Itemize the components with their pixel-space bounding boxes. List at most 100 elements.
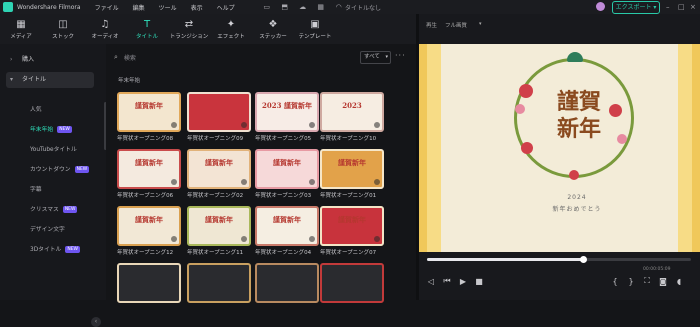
plum-blossom-icon bbox=[569, 170, 579, 180]
timeline-progress bbox=[427, 258, 583, 261]
monitor-icon[interactable]: ▭ bbox=[263, 3, 271, 11]
menu-edit[interactable]: 編集 bbox=[133, 3, 145, 12]
template-card[interactable] bbox=[187, 263, 251, 303]
audio-icon: ♫ bbox=[100, 18, 110, 30]
template-card[interactable] bbox=[117, 263, 181, 303]
template-card[interactable] bbox=[187, 92, 251, 132]
template-card-label: 年賀状オープニング02 bbox=[187, 193, 244, 199]
chevron-right-icon: › bbox=[10, 56, 13, 63]
template-card[interactable]: 謹賀新年 bbox=[187, 206, 251, 246]
mark-in-icon[interactable]: { bbox=[607, 277, 623, 286]
tab-templates[interactable]: ▣ テンプレート bbox=[294, 14, 336, 44]
download-icon[interactable] bbox=[171, 122, 177, 128]
volume-icon[interactable]: ◖ bbox=[671, 277, 687, 286]
quality-dropdown[interactable]: フル画質 bbox=[445, 21, 467, 29]
sidebar-subitem[interactable]: 3Dタイトル NEW bbox=[30, 244, 81, 253]
menu-file[interactable]: ファイル bbox=[95, 3, 119, 12]
template-card[interactable] bbox=[320, 263, 384, 303]
template-card[interactable]: 謹賀新年 bbox=[117, 149, 181, 189]
download-icon[interactable] bbox=[171, 179, 177, 185]
save-icon[interactable]: ⬒ bbox=[281, 3, 289, 11]
fullscreen-icon[interactable]: ⛶ bbox=[639, 276, 655, 286]
headset-icon[interactable]: ◠ bbox=[335, 3, 343, 11]
play-icon[interactable]: ▶ bbox=[455, 277, 471, 286]
year-text: 2024 bbox=[567, 194, 587, 201]
sidebar-subitem-label: クリスマス bbox=[30, 207, 59, 213]
left-border-stripe bbox=[419, 44, 427, 252]
card-preview-text: 謹賀新年 bbox=[135, 101, 163, 110]
download-icon[interactable] bbox=[241, 179, 247, 185]
preview-canvas[interactable]: 謹賀 新年 2024 新年おめでとう bbox=[419, 44, 700, 252]
sidebar-subitem[interactable]: 年末年始 NEW bbox=[30, 124, 72, 133]
template-card[interactable] bbox=[255, 263, 319, 303]
tab-effects[interactable]: ✦ エフェクト bbox=[210, 14, 252, 44]
cloud-icon[interactable]: ☁ bbox=[299, 3, 307, 11]
sidebar-subitem-label: 字幕 bbox=[30, 187, 42, 193]
template-card[interactable]: 謹賀新年 bbox=[320, 206, 384, 246]
template-card-label: 年賀状オープニング01 bbox=[320, 193, 377, 199]
tab-media[interactable]: ▦ メディア bbox=[0, 14, 42, 44]
menu-view[interactable]: 表示 bbox=[191, 3, 203, 12]
maximize-icon[interactable]: □ bbox=[678, 3, 685, 11]
tab-audio[interactable]: ♫ オーディオ bbox=[84, 14, 126, 44]
previous-frame-icon[interactable]: ◁ bbox=[423, 277, 439, 286]
menu-tools[interactable]: ツール bbox=[159, 3, 177, 12]
tab-titles[interactable]: T タイトル bbox=[126, 14, 168, 44]
tab-stickers[interactable]: ❖ ステッカー bbox=[252, 14, 294, 44]
minimize-icon[interactable]: – bbox=[666, 3, 670, 11]
template-card[interactable]: 2023 謹賀新年 bbox=[255, 92, 319, 132]
new-badge: NEW bbox=[57, 126, 72, 133]
download-icon[interactable] bbox=[309, 236, 315, 242]
download-icon[interactable] bbox=[241, 236, 247, 242]
template-card[interactable]: 2023 bbox=[320, 92, 384, 132]
template-card[interactable]: 謹賀新年 bbox=[187, 149, 251, 189]
tab-stock[interactable]: ◫ ストック bbox=[42, 14, 84, 44]
export-button[interactable]: エクスポート ▾ bbox=[612, 1, 660, 14]
close-icon[interactable]: × bbox=[690, 3, 696, 11]
template-card[interactable]: 謹賀新年 bbox=[117, 92, 181, 132]
sidebar-item-purchase[interactable]: › 購入 bbox=[0, 52, 106, 68]
download-icon[interactable] bbox=[374, 179, 380, 185]
template-card[interactable]: 謹賀新年 bbox=[320, 149, 384, 189]
filter-dropdown[interactable]: すべて ▾ bbox=[360, 51, 391, 64]
title-icons: ▭ ⬒ ☁ ▦ ◠ bbox=[263, 3, 343, 11]
grid-icon[interactable]: ▦ bbox=[317, 3, 325, 11]
section-title: 年末年始 bbox=[118, 78, 141, 84]
stop-icon[interactable]: ■ bbox=[471, 277, 487, 286]
sidebar-subitem[interactable]: 人気 bbox=[30, 104, 42, 113]
avatar[interactable] bbox=[596, 2, 605, 11]
search-input[interactable]: 検索 bbox=[124, 53, 136, 62]
sidebar-item-titles[interactable]: ▾ タイトル bbox=[6, 72, 94, 88]
sidebar-subitem[interactable]: YouTubeタイトル bbox=[30, 144, 77, 153]
template-card[interactable]: 謹賀新年 bbox=[117, 206, 181, 246]
collapse-sidebar-button[interactable]: ‹ bbox=[91, 317, 101, 327]
tab-label: ステッカー bbox=[259, 33, 287, 40]
card-preview-text: 2023 謹賀新年 bbox=[262, 101, 312, 110]
more-options-icon[interactable]: ··· bbox=[395, 51, 406, 60]
mark-out-icon[interactable]: } bbox=[623, 277, 639, 286]
download-icon[interactable] bbox=[374, 122, 380, 128]
template-card[interactable]: 謹賀新年 bbox=[255, 149, 319, 189]
playback-timeline[interactable] bbox=[427, 256, 691, 263]
sidebar-subitem[interactable]: デザイン文字 bbox=[30, 224, 65, 233]
tab-transitions[interactable]: ⇄ トランジション bbox=[168, 14, 210, 44]
template-card-label: 年賀状オープニング03 bbox=[255, 193, 312, 199]
template-card[interactable]: 謹賀新年 bbox=[255, 206, 319, 246]
chevron-down-icon[interactable]: ▾ bbox=[479, 21, 482, 27]
sidebar-subitem[interactable]: カウントダウン NEW bbox=[30, 164, 90, 173]
snapshot-icon[interactable]: ◙ bbox=[655, 277, 671, 286]
menu-help[interactable]: ヘルプ bbox=[217, 3, 235, 12]
playhead-handle[interactable] bbox=[579, 256, 587, 263]
right-border-stripe bbox=[692, 44, 700, 252]
download-icon[interactable] bbox=[309, 179, 315, 185]
download-icon[interactable] bbox=[374, 236, 380, 242]
download-icon[interactable] bbox=[309, 122, 315, 128]
card-preview-text: 2023 bbox=[342, 101, 362, 110]
sidebar-subitem[interactable]: クリスマス NEW bbox=[30, 204, 78, 213]
search-bar[interactable]: ⌕ 検索 bbox=[114, 50, 364, 64]
download-icon[interactable] bbox=[171, 236, 177, 242]
playback-controls: ◁ ⏮ ▶ ■ { } ⛶ ◙ ◖ bbox=[419, 272, 700, 290]
download-icon[interactable] bbox=[241, 122, 247, 128]
step-back-icon[interactable]: ⏮ bbox=[439, 276, 455, 286]
sidebar-subitem[interactable]: 字幕 bbox=[30, 184, 42, 193]
